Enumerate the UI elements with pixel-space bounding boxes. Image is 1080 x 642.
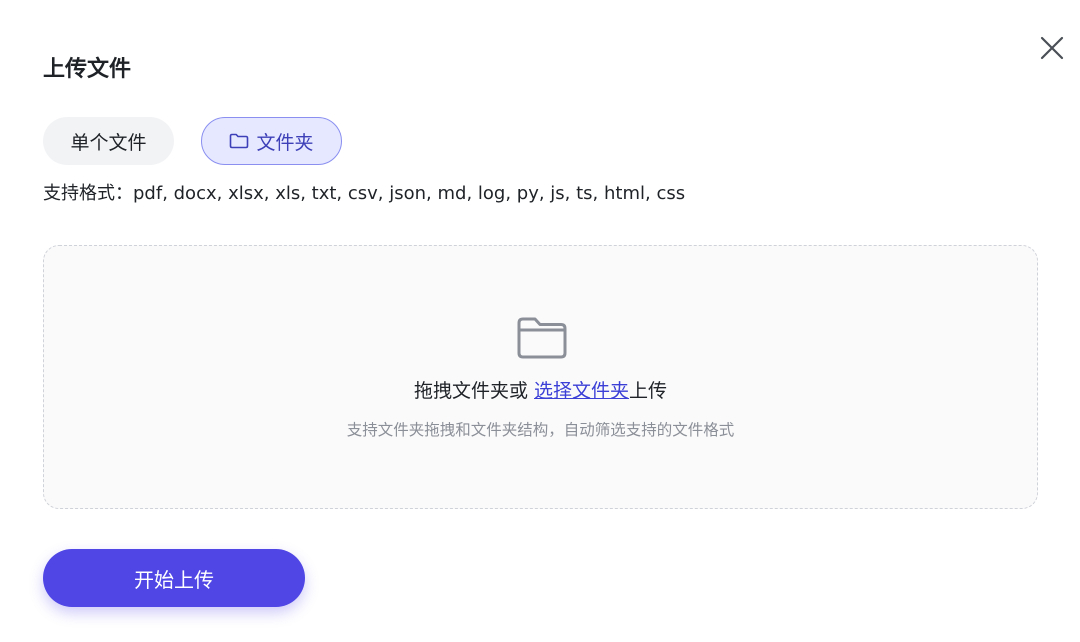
folder-icon	[230, 133, 249, 149]
select-folder-link[interactable]: 选择文件夹	[534, 380, 629, 402]
folder-dropzone[interactable]: 拖拽文件夹或 选择文件夹上传 支持文件夹拖拽和文件夹结构，自动筛选支持的文件格式	[43, 245, 1038, 509]
tab-folder-label: 文件夹	[256, 131, 314, 154]
tab-single-file-label: 单个文件	[70, 131, 147, 154]
dropzone-instruction: 拖拽文件夹或 选择文件夹上传	[44, 378, 1037, 404]
upload-mode-tabs: 单个文件 文件夹	[43, 117, 342, 165]
supported-formats: 支持格式：pdf, docx, xlsx, xls, txt, csv, jso…	[43, 181, 685, 207]
dropzone-instruction-suffix: 上传	[629, 380, 668, 402]
tab-single-file[interactable]: 单个文件	[43, 117, 174, 165]
upload-dialog: 上传文件 单个文件 文件夹 支持格式：pdf, docx, xlsx, xls,…	[0, 0, 1080, 642]
dialog-title: 上传文件	[43, 57, 132, 82]
close-icon	[1040, 36, 1064, 60]
folder-icon	[517, 317, 567, 359]
start-upload-button[interactable]: 开始上传	[43, 549, 305, 607]
dropzone-instruction-prefix: 拖拽文件夹或	[413, 380, 534, 402]
dropzone-hint: 支持文件夹拖拽和文件夹结构，自动筛选支持的文件格式	[346, 421, 735, 439]
supported-formats-list: pdf, docx, xlsx, xls, txt, csv, json, md…	[133, 183, 686, 204]
supported-formats-label: 支持格式：	[43, 183, 133, 204]
close-button[interactable]	[1036, 32, 1068, 64]
tab-folder[interactable]: 文件夹	[201, 117, 342, 165]
